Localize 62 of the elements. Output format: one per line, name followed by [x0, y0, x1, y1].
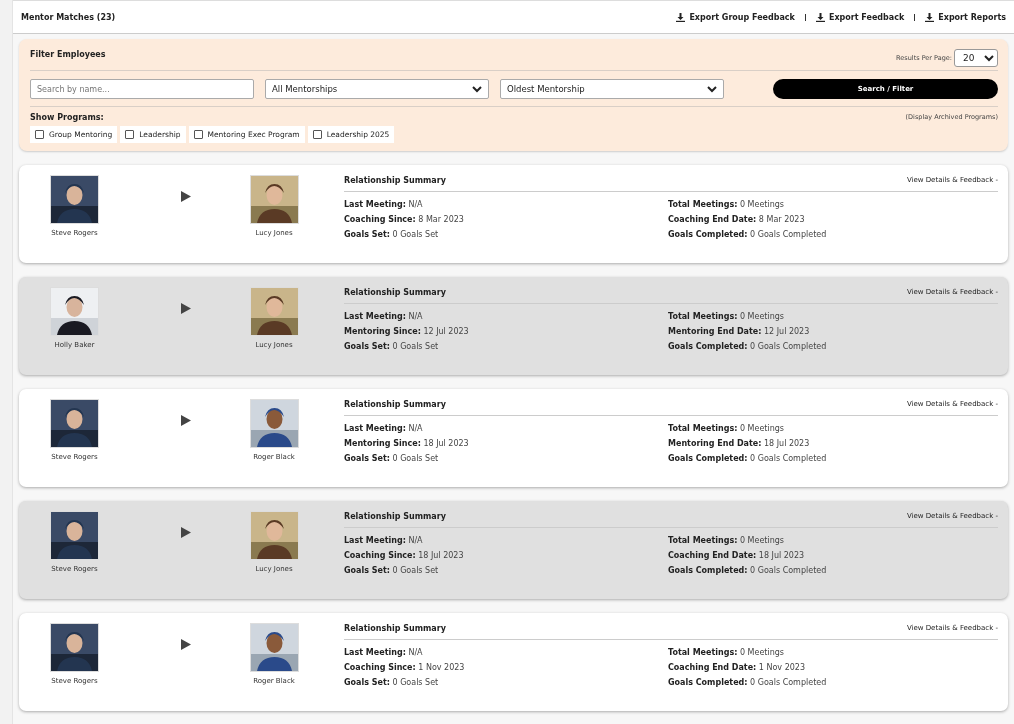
play-arrow-icon [180, 639, 191, 650]
summary-line: Coaching Since: 8 Mar 2023 [344, 214, 465, 226]
dropdown[interactable]: Oldest Mentorship [500, 79, 724, 99]
summary-line: Last Meeting: N/A [344, 423, 424, 435]
summary-line: Mentoring Since: 12 Jul 2023 [344, 326, 470, 338]
separator [804, 13, 806, 21]
download-icon [676, 12, 686, 22]
summary-line: Coaching End Date: 8 Mar 2023 [668, 214, 806, 226]
summary-line: Coaching End Date: 18 Jul 2023 [668, 550, 806, 562]
export-link[interactable]: Export Feedback [815, 12, 905, 22]
summary-line: Goals Set: 0 Goals Set [344, 565, 440, 577]
search-field[interactable]: Search by name... [30, 79, 254, 99]
play-arrow-icon [180, 527, 191, 538]
summary-line: Goals Set: 0 Goals Set [344, 229, 440, 241]
summary-title: Relationship Summary [344, 624, 446, 633]
summary-line: Goals Completed: 0 Goals Completed [668, 341, 828, 353]
export-link[interactable]: Export Reports [925, 12, 1006, 22]
checkbox[interactable] [193, 130, 203, 139]
summary-line: Goals Completed: 0 Goals Completed [668, 453, 828, 465]
summary-title: Relationship Summary [344, 176, 446, 185]
checkbox[interactable] [35, 130, 44, 139]
summary-line: Total Meetings: 0 Meetings [668, 647, 785, 659]
summary-title: Relationship Summary [344, 288, 446, 297]
summary-line: Coaching Since: 18 Jul 2023 [344, 550, 465, 562]
summary-line: Last Meeting: N/A [344, 535, 424, 547]
summary-line: Goals Set: 0 Goals Set [344, 453, 440, 465]
programs-label: Show Programs: [30, 113, 105, 122]
summary-line: Mentoring End Date: 18 Jul 2023 [668, 438, 811, 450]
dropdown[interactable]: All Mentorships [265, 79, 489, 99]
summary-line: Total Meetings: 0 Meetings [668, 199, 785, 211]
summary-line: Last Meeting: N/A [344, 311, 424, 323]
summary-title: Relationship Summary [344, 512, 446, 521]
checkbox[interactable] [312, 130, 322, 139]
summary-line: Goals Completed: 0 Goals Completed [668, 677, 828, 689]
summary-line: Goals Completed: 0 Goals Completed [668, 229, 828, 241]
chevron-down-icon [707, 85, 717, 93]
summary-line: Last Meeting: N/A [344, 647, 424, 659]
summary-line: Mentoring End Date: 12 Jul 2023 [668, 326, 811, 338]
download-icon [815, 12, 825, 22]
play-arrow-icon [180, 303, 191, 314]
summary-line: Total Meetings: 0 Meetings [668, 535, 785, 547]
download-icon [925, 12, 935, 22]
summary-line: Goals Completed: 0 Goals Completed [668, 565, 828, 577]
summary-line: Mentoring Since: 18 Jul 2023 [344, 438, 470, 450]
summary-line: Last Meeting: N/A [344, 199, 424, 211]
summary-line: Coaching Since: 1 Nov 2023 [344, 662, 466, 674]
play-arrow-icon [180, 415, 191, 426]
export-link[interactable]: Export Group Feedback [676, 12, 795, 22]
summary-line: Coaching End Date: 1 Nov 2023 [668, 662, 806, 674]
summary-title: Relationship Summary [344, 400, 446, 409]
filter-title: Filter Employees [30, 50, 106, 59]
summary-line: Goals Set: 0 Goals Set [344, 677, 440, 689]
page-title: Mentor Matches (23) [21, 12, 116, 22]
summary-line: Total Meetings: 0 Meetings [668, 311, 785, 323]
summary-line: Goals Set: 0 Goals Set [344, 341, 440, 353]
checkbox[interactable] [125, 130, 135, 139]
chevron-down-icon [472, 85, 482, 93]
summary-line: Total Meetings: 0 Meetings [668, 423, 785, 435]
chevron-down-icon [984, 54, 994, 62]
play-arrow-icon [180, 191, 191, 202]
results-select[interactable]: 20 [954, 49, 998, 67]
separator [914, 13, 916, 21]
